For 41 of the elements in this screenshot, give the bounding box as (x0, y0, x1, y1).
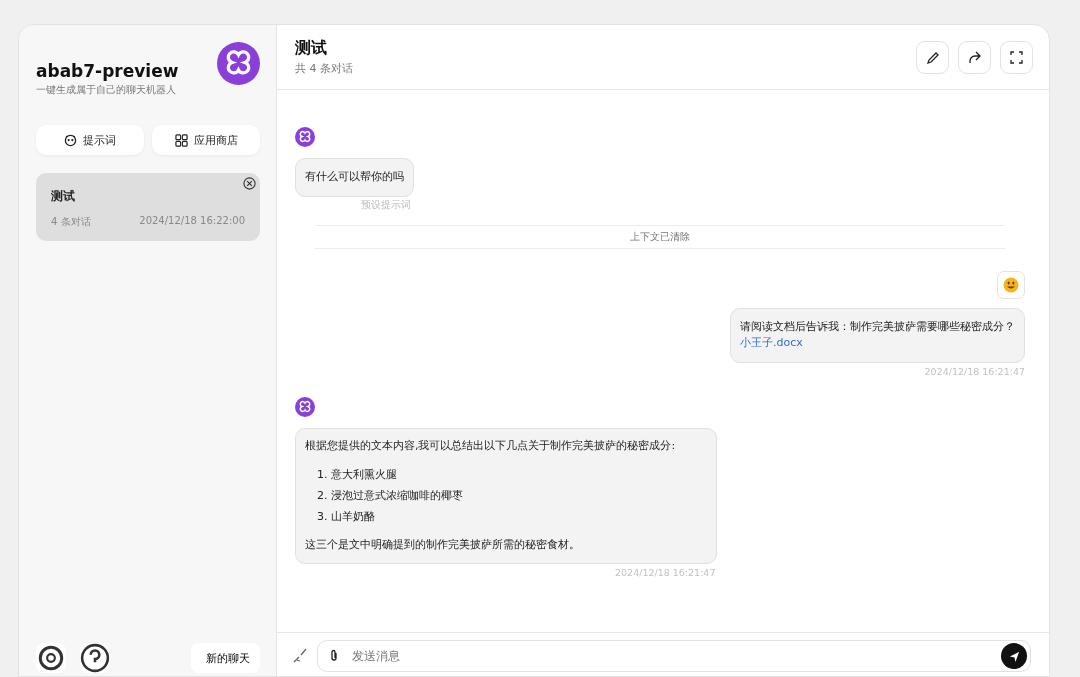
bot-avatar-icon (295, 396, 315, 417)
app-title: abab7-preview (36, 61, 179, 81)
attachment-link[interactable]: 小王子.docx (740, 335, 1015, 352)
chat-title: 测试 (295, 38, 328, 59)
prompts-button[interactable]: 提示词 (36, 125, 144, 155)
expand-icon (1009, 49, 1024, 65)
edit-button[interactable] (916, 40, 949, 74)
settings-icon (36, 643, 66, 673)
face-icon (64, 133, 77, 147)
close-icon[interactable] (243, 177, 256, 190)
app-subtitle: 一键生成属于自己的聊天机器人 (36, 83, 177, 97)
chat-subtitle: 共 4 条对话 (295, 61, 353, 76)
session-time: 2024/12/18 16:22:00 (139, 215, 245, 228)
new-chat-button[interactable]: 新的聊天 (191, 643, 260, 673)
message-time: 2024/12/18 16:21:47 (615, 566, 716, 578)
send-icon (1007, 649, 1021, 663)
message-text: 这三个是文中明确提到的制作完美披萨所需的秘密食材。 (305, 537, 581, 553)
share-icon (967, 49, 982, 65)
message-input[interactable]: 发送消息 (317, 640, 1031, 672)
context-cleared-divider: 上下文已清除 (315, 224, 1005, 249)
help-icon (80, 643, 110, 673)
session-title: 测试 (51, 188, 75, 205)
logo-icon (217, 42, 260, 85)
list-item: 1. 意大利熏火腿 (317, 467, 398, 483)
list-item: 2. 浸泡过意式浓缩咖啡的椰枣 (317, 488, 464, 504)
message-note: 预设提示词 (361, 198, 411, 212)
message-bubble: 有什么可以帮你的吗 (295, 158, 414, 197)
bot-avatar-icon (295, 127, 315, 147)
fullscreen-button[interactable] (1000, 40, 1033, 74)
help-button[interactable] (80, 643, 110, 673)
grid-icon (174, 133, 188, 147)
settings-button[interactable] (36, 643, 66, 673)
share-button[interactable] (958, 40, 991, 74)
message-text: 根据您提供的文本内容,我可以总结出以下几点关于制作完美披萨的秘密成分: (305, 437, 677, 454)
smiley-icon (1003, 276, 1019, 293)
message-count: 4 条对话 (51, 215, 91, 229)
list-item: 3. 山羊奶酪 (317, 509, 376, 525)
message-time: 2024/12/18 16:21:47 (924, 365, 1025, 377)
store-button[interactable]: 应用商店 (152, 125, 260, 155)
message-text: 请阅读文档后告诉我：制作完美披萨需要哪些秘密成分？ (740, 318, 1015, 335)
chat-session[interactable]: 测试 4 条对话 2024/12/18 16:22:00 (36, 173, 260, 241)
